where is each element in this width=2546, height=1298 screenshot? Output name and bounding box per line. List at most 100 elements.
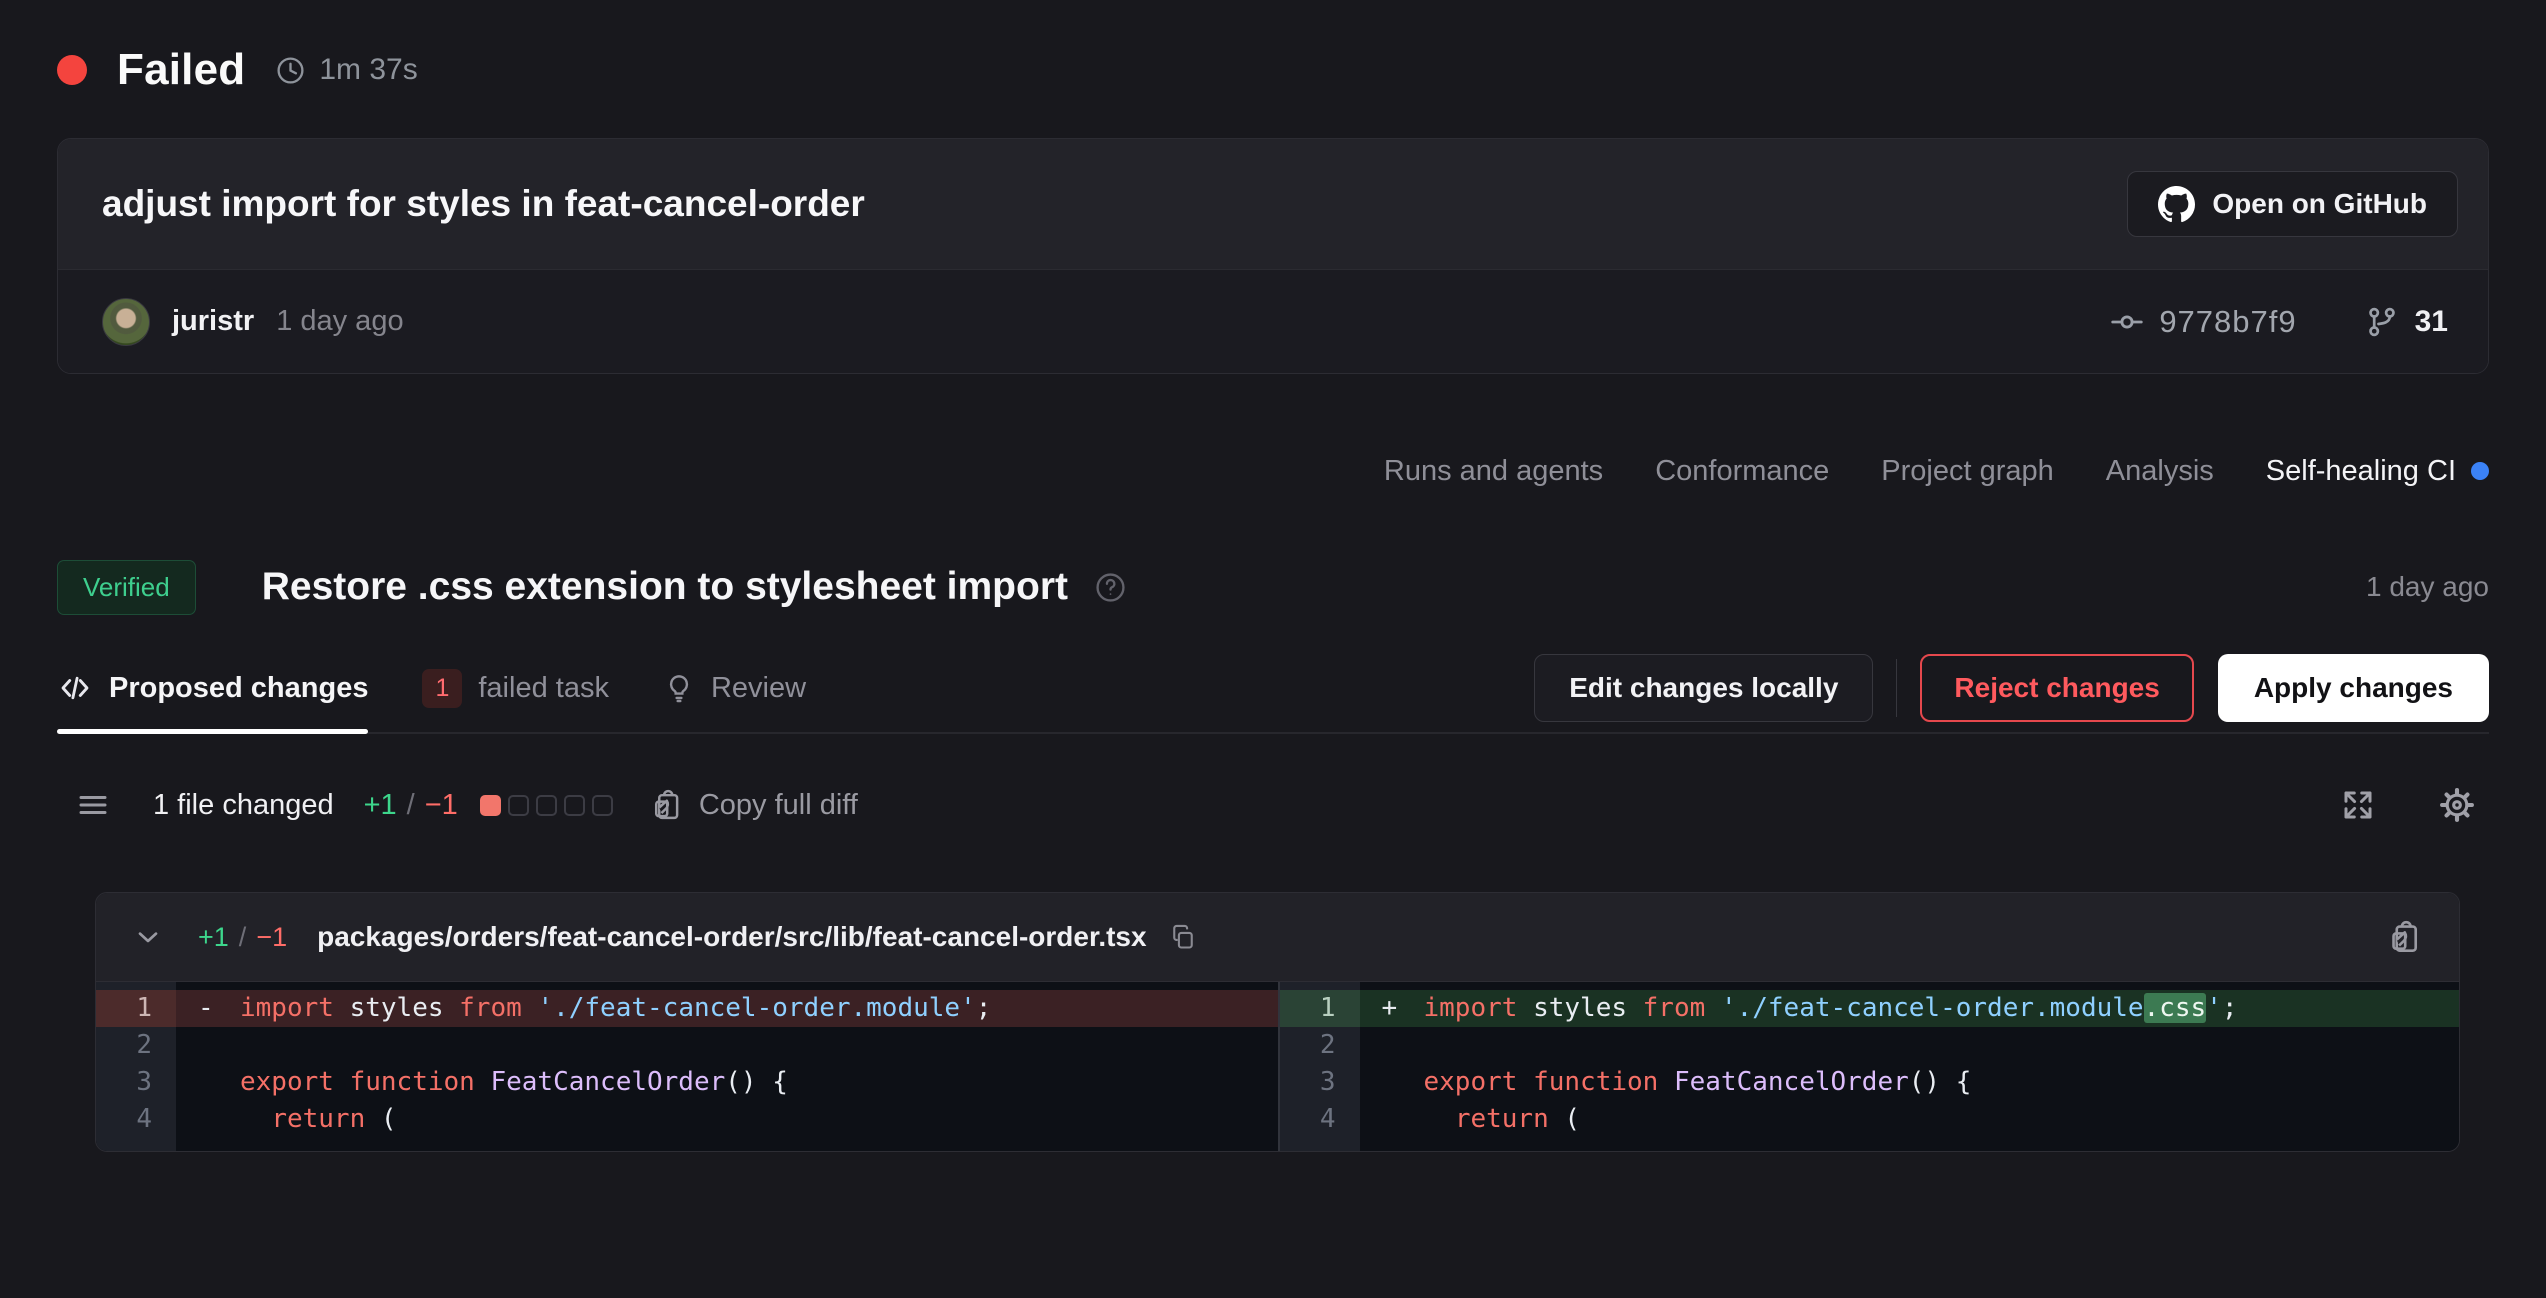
code-text: export function FeatCancelOrder() { (176, 1064, 1278, 1101)
code-text: export function FeatCancelOrder() { (1360, 1064, 2460, 1101)
button-divider (1896, 659, 1897, 717)
diff-square (592, 795, 613, 816)
nav-item-analysis[interactable]: Analysis (2106, 455, 2214, 488)
diff-square (480, 795, 501, 816)
git-commit-icon (2109, 304, 2145, 340)
apply-changes-button[interactable]: Apply changes (2218, 654, 2489, 722)
clock-icon (275, 55, 306, 86)
verified-badge: Verified (57, 560, 196, 615)
chevron-down-icon[interactable] (132, 921, 164, 953)
diff-line: 1+import styles from './feat-cancel-orde… (1280, 990, 2460, 1027)
diff-line: 2 (96, 1027, 1278, 1064)
diff-pane-after: 1+import styles from './feat-cancel-orde… (1278, 982, 2460, 1151)
expand-icon[interactable] (2340, 787, 2376, 823)
status-duration: 1m 37s (319, 53, 417, 87)
diff-pane-before: 1-import styles from './feat-cancel-orde… (96, 982, 1278, 1151)
tabs-row: Proposed changes 1 failed task Review Ed… (57, 644, 2489, 734)
status-label: Failed (117, 45, 245, 95)
nav-item-project-graph[interactable]: Project graph (1881, 455, 2054, 488)
copy-full-diff-label: Copy full diff (699, 789, 858, 822)
file-delta: +1 / −1 (198, 922, 287, 953)
copy-full-diff-button[interactable]: Copy full diff (651, 789, 858, 822)
tab-label: failed task (478, 672, 609, 705)
diff-toolbar: 1 file changed +1 / −1 Copy full diff (57, 776, 2489, 834)
diff-line: 1-import styles from './feat-cancel-orde… (96, 990, 1278, 1027)
code-text (176, 1027, 1278, 1064)
open-on-github-button[interactable]: Open on GitHub (2127, 171, 2458, 237)
diff-line: 4 return ( (1280, 1101, 2460, 1138)
github-button-label: Open on GitHub (2212, 188, 2427, 220)
diff-line: 3export function FeatCancelOrder() { (96, 1064, 1278, 1101)
status-dot-icon (57, 55, 87, 85)
commit-author: juristr (172, 305, 254, 338)
code-text: -import styles from './feat-cancel-order… (176, 990, 1278, 1027)
code-text: return ( (176, 1101, 1278, 1138)
copy-icon[interactable] (1169, 923, 1197, 951)
commit-hash: 9778b7f9 (2159, 304, 2296, 340)
edit-changes-locally-button[interactable]: Edit changes locally (1534, 654, 1873, 722)
failed-count-badge: 1 (422, 669, 462, 708)
files-changed-label: 1 file changed (153, 789, 334, 822)
diff-delta: +1 / −1 (364, 789, 458, 822)
branch-count: 31 (2415, 305, 2448, 339)
diff-square (508, 795, 529, 816)
nav-item-label: Self-healing CI (2266, 455, 2456, 488)
clipboard-icon[interactable] (2388, 920, 2423, 955)
tab-label: Proposed changes (109, 672, 368, 705)
deletions-count: −1 (425, 789, 458, 822)
diff-file-header: +1 / −1 packages/orders/feat-cancel-orde… (96, 893, 2459, 982)
line-number: 3 (96, 1064, 176, 1101)
duration-wrap: 1m 37s (275, 53, 417, 87)
diff-squares (480, 795, 613, 816)
fix-title: Restore .css extension to stylesheet imp… (262, 565, 1068, 609)
help-icon[interactable] (1094, 571, 1127, 604)
commit-time: 1 day ago (276, 305, 403, 338)
avatar (102, 298, 150, 346)
code-text (1360, 1027, 2460, 1064)
additions-count: +1 (364, 789, 397, 822)
lightbulb-icon (663, 672, 695, 704)
github-icon (2158, 186, 2195, 223)
nav-active-dot-icon (2471, 462, 2489, 480)
fix-time: 1 day ago (2366, 571, 2489, 603)
nav-item-self-healing-ci[interactable]: Self-healing CI (2266, 455, 2489, 488)
line-number: 4 (96, 1101, 176, 1138)
commit-card: adjust import for styles in feat-cancel-… (57, 138, 2489, 374)
file-path: packages/orders/feat-cancel-order/src/li… (317, 921, 1146, 953)
line-number: 1 (96, 990, 176, 1027)
nav-item-runs-and-agents[interactable]: Runs and agents (1384, 455, 1603, 488)
line-number: 3 (1280, 1064, 1360, 1101)
line-number: 2 (1280, 1027, 1360, 1064)
diff-card: +1 / −1 packages/orders/feat-cancel-orde… (95, 892, 2460, 1152)
reject-changes-button[interactable]: Reject changes (1920, 654, 2193, 722)
menu-icon[interactable] (75, 787, 111, 823)
diff-square (536, 795, 557, 816)
line-number: 4 (1280, 1101, 1360, 1138)
gear-icon[interactable] (2438, 786, 2476, 824)
commit-card-meta: juristr 1 day ago 9778b7f9 31 (58, 269, 2488, 373)
diff-square (564, 795, 585, 816)
commit-title: adjust import for styles in feat-cancel-… (102, 183, 865, 225)
status-row: Failed 1m 37s (57, 44, 2489, 96)
tab-failed-task[interactable]: 1 failed task (422, 644, 608, 732)
line-number: 2 (96, 1027, 176, 1064)
nav: Runs and agents Conformance Project grap… (57, 448, 2489, 494)
code-text: +import styles from './feat-cancel-order… (1360, 990, 2460, 1027)
git-branch-icon (2365, 305, 2399, 339)
nav-item-conformance[interactable]: Conformance (1655, 455, 1829, 488)
code-text: return ( (1360, 1101, 2460, 1138)
tab-review[interactable]: Review (663, 644, 806, 732)
branch-count-group[interactable]: 31 (2365, 305, 2448, 339)
commit-card-header: adjust import for styles in feat-cancel-… (58, 139, 2488, 269)
page: Failed 1m 37s adjust import for styles i… (0, 44, 2546, 1298)
clipboard-icon (651, 789, 684, 822)
diff-line: 4 return ( (96, 1101, 1278, 1138)
tab-proposed-changes[interactable]: Proposed changes (57, 644, 368, 732)
diff-body: 1-import styles from './feat-cancel-orde… (96, 982, 2459, 1151)
fix-header: Verified Restore .css extension to style… (57, 554, 2489, 620)
diff-line: 2 (1280, 1027, 2460, 1064)
line-number: 1 (1280, 990, 1360, 1027)
diff-line: 3export function FeatCancelOrder() { (1280, 1064, 2460, 1101)
tab-label: Review (711, 672, 806, 705)
commit-hash-group[interactable]: 9778b7f9 (2109, 304, 2296, 340)
